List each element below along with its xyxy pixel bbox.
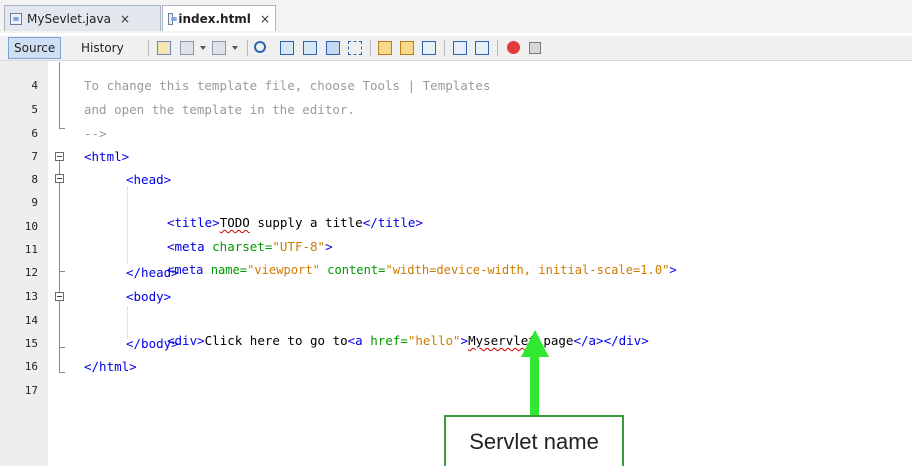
line-number: 12 [24,266,38,279]
annotation-label: Servlet name [444,415,624,466]
forward-icon[interactable] [212,41,226,55]
close-tab-icon[interactable]: × [260,12,270,26]
code-line-13: <body> [126,289,172,304]
editor-tab-bar: MySevlet.java × index.html × [0,0,912,33]
tab-index-html[interactable]: index.html × [162,5,276,31]
code-token: content= [319,263,386,277]
chevron-down-icon[interactable] [232,41,240,55]
line-number: 5 [31,103,38,116]
code-line-15: </body> [126,336,179,351]
record-macro-icon[interactable] [507,41,520,54]
code-line-8: <head> [126,172,172,187]
find-previous-icon[interactable] [280,41,294,55]
line-number: 8 [31,173,38,186]
line-number: 17 [24,384,38,397]
last-edit-icon[interactable] [157,41,171,55]
fold-end [59,347,65,348]
code-line-16: </html> [84,359,137,374]
shift-right-icon[interactable] [475,41,489,55]
source-button[interactable]: Source [8,37,62,59]
fold-collapse-icon[interactable] [55,292,64,301]
line-number: 9 [31,196,38,209]
line-number: 10 [24,220,38,233]
code-token: </a> [573,333,604,348]
code-token: "hello" [407,333,461,348]
toolbar-separator [444,40,445,56]
line-number: 14 [24,314,38,327]
code-token: > [460,333,469,348]
code-line-11: <meta name="viewport" content="width=dev… [167,240,677,277]
find-next-icon[interactable] [303,41,317,55]
code-line-5: and open the template in the editor. [84,102,355,117]
line-number: 13 [24,290,38,303]
fold-end [59,372,65,373]
tab-label: MySevlet.java [27,11,111,26]
toolbar-separator [148,40,149,56]
toggle-highlight-icon[interactable] [326,41,340,55]
toolbar-separator [247,40,248,56]
code-token: </div> [603,333,649,348]
fold-line [59,161,60,373]
line-number: 7 [31,150,38,163]
stop-macro-icon[interactable] [529,42,541,54]
annotation-arrow-shaft [530,355,539,415]
history-button[interactable]: History [76,37,129,59]
code-token: "viewport" [247,263,320,277]
code-token: <a [347,333,371,348]
next-bookmark-icon[interactable] [400,41,414,55]
chevron-down-icon[interactable] [200,41,208,55]
code-line-12: </head> [126,265,179,280]
line-number: 16 [24,360,38,373]
code-line-6: --> [84,126,107,141]
fold-line [59,62,60,128]
close-tab-icon[interactable]: × [120,12,130,26]
line-number: 15 [24,337,38,350]
line-number: 11 [24,243,38,256]
code-token: > [669,263,677,277]
editor-toolbar: Source History [0,36,912,61]
line-number: 4 [31,79,38,92]
indent-guide [127,187,128,263]
code-token: name= [210,263,248,277]
tab-label: index.html [178,11,251,26]
toolbar-separator [370,40,371,56]
code-line-4: To change this template file, choose Too… [84,78,491,93]
shift-left-icon[interactable] [453,41,467,55]
code-token: Click here to go to [204,333,348,348]
code-line-9: <title>TODO supply a title</title> [167,193,423,230]
code-token: "width=device-width, initial-scale=1.0" [385,263,670,277]
fold-collapse-icon[interactable] [55,152,64,161]
back-icon[interactable] [180,41,194,55]
toolbar-separator [497,40,498,56]
code-token: href= [370,333,408,348]
rectangular-selection-icon[interactable] [348,41,362,55]
code-line-7: <html> [84,149,130,164]
html-file-icon [168,12,178,25]
previous-bookmark-icon[interactable] [378,41,392,55]
code-fold-margin [48,61,72,466]
code-line-14: <div>Click here to go to<a href="hello">… [167,311,649,348]
fold-end [59,128,65,129]
line-number: 6 [31,127,38,140]
toggle-bookmark-icon[interactable] [422,41,436,55]
fold-collapse-icon[interactable] [55,174,64,183]
annotation-arrow-head [521,330,549,357]
java-file-icon [10,12,22,25]
code-token: </title> [362,215,423,230]
find-icon[interactable] [254,41,266,53]
code-line-10: <meta charset="UTF-8"> [167,217,333,254]
fold-end [59,271,65,272]
tab-mysevlet-java[interactable]: MySevlet.java × [4,5,161,31]
